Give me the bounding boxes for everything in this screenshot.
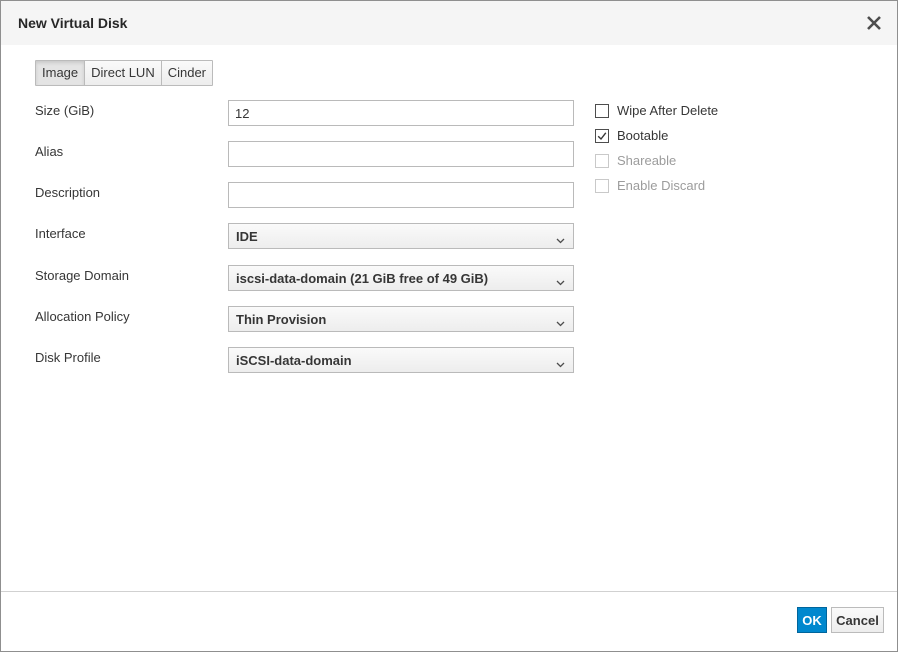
enable-discard-checkbox	[595, 179, 609, 193]
chevron-down-icon	[556, 274, 565, 286]
shareable-checkbox	[595, 154, 609, 168]
allocation-policy-select[interactable]: Thin Provision	[228, 306, 574, 332]
chevron-down-icon	[556, 315, 565, 327]
storage-domain-value: iscsi-data-domain (21 GiB free of 49 GiB…	[236, 271, 489, 286]
allocation-policy-value: Thin Provision	[236, 312, 327, 327]
chevron-down-icon	[556, 232, 565, 244]
dialog-title: New Virtual Disk	[18, 15, 128, 31]
tab-direct-lun[interactable]: Direct LUN	[84, 60, 162, 86]
storage-domain-select[interactable]: iscsi-data-domain (21 GiB free of 49 GiB…	[228, 265, 574, 291]
allocation-policy-label: Allocation Policy	[35, 309, 130, 324]
storage-domain-label: Storage Domain	[35, 268, 129, 283]
disk-profile-value: iSCSI-data-domain	[236, 353, 352, 368]
tab-cinder[interactable]: Cinder	[160, 60, 214, 86]
description-label: Description	[35, 185, 101, 200]
disk-profile-label: Disk Profile	[35, 350, 101, 365]
alias-input[interactable]	[228, 141, 574, 167]
disk-profile-select[interactable]: iSCSI-data-domain	[228, 347, 574, 373]
dialog-header: New Virtual Disk	[1, 1, 897, 45]
close-icon[interactable]	[865, 14, 883, 32]
new-virtual-disk-dialog: New Virtual Disk Image Direct LUN Cinder…	[0, 0, 898, 652]
ok-button[interactable]: OK	[797, 607, 827, 633]
bootable-checkbox[interactable]	[595, 129, 609, 143]
shareable-label: Shareable	[617, 153, 677, 168]
description-input[interactable]	[228, 182, 574, 208]
size-input[interactable]	[228, 100, 574, 126]
enable-discard-label: Enable Discard	[617, 178, 706, 193]
wipe-after-delete-label: Wipe After Delete	[617, 103, 719, 118]
wipe-after-delete-checkbox[interactable]	[595, 104, 609, 118]
interface-value: IDE	[236, 229, 258, 244]
footer-divider	[1, 591, 897, 592]
disk-type-tabs: Image Direct LUN Cinder	[35, 60, 214, 86]
interface-label: Interface	[35, 226, 86, 241]
cancel-button[interactable]: Cancel	[831, 607, 884, 633]
chevron-down-icon	[556, 356, 565, 368]
bootable-label: Bootable	[617, 128, 669, 143]
interface-select[interactable]: IDE	[228, 223, 574, 249]
size-label: Size (GiB)	[35, 103, 95, 118]
checkmark-icon	[597, 132, 607, 141]
alias-label: Alias	[35, 144, 64, 159]
tab-image[interactable]: Image	[35, 60, 86, 86]
